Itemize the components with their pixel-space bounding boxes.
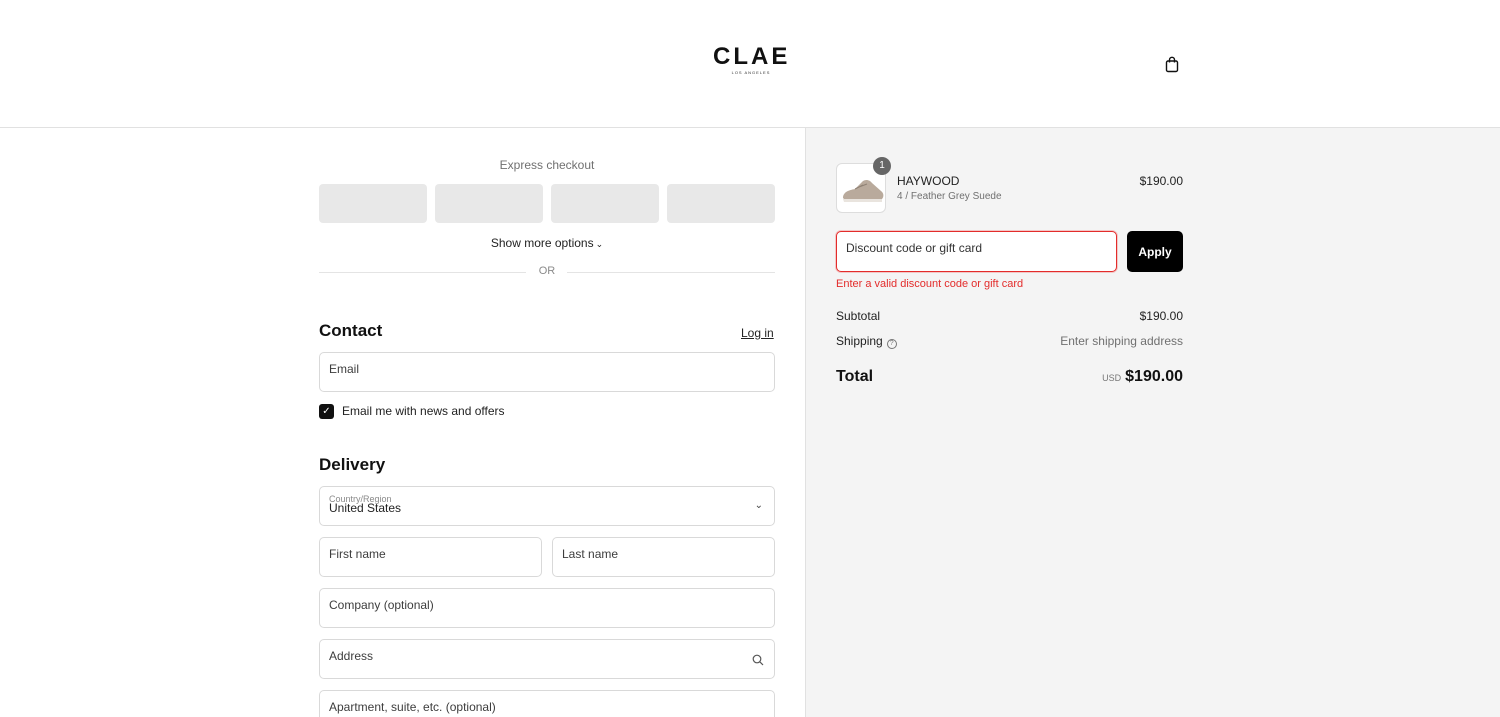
apartment-field[interactable]: Apartment, suite, etc. (optional) <box>319 690 775 717</box>
express-pay-button-4[interactable] <box>667 184 775 223</box>
shopping-bag-icon[interactable] <box>1164 55 1180 73</box>
search-icon <box>752 653 764 671</box>
chevron-down-icon: ⌄ <box>595 239 604 249</box>
delivery-title: Delivery <box>319 455 386 474</box>
last-name-field[interactable]: Last name <box>552 537 775 577</box>
quantity-badge: 1 <box>873 157 891 175</box>
company-placeholder: Company (optional) <box>329 598 434 612</box>
total-currency: USD <box>1102 373 1122 383</box>
last-name-placeholder: Last name <box>562 547 619 561</box>
product-variant: 4 / Feather Grey Suede <box>897 191 1002 202</box>
newsletter-label: Email me with news and offers <box>342 404 505 418</box>
subtotal-value: $190.00 <box>1139 309 1183 323</box>
express-pay-button-2[interactable] <box>435 184 543 223</box>
login-link[interactable]: Log in <box>741 326 774 340</box>
address-field[interactable]: Address <box>319 639 775 679</box>
company-field[interactable]: Company (optional) <box>319 588 775 628</box>
divider-left <box>319 272 526 273</box>
express-checkout-title: Express checkout <box>499 158 595 172</box>
address-placeholder: Address <box>329 649 374 663</box>
contact-title: Contact <box>319 321 383 340</box>
apartment-placeholder: Apartment, suite, etc. (optional) <box>329 700 496 714</box>
shipping-value: Enter shipping address <box>1060 334 1183 348</box>
email-placeholder: Email <box>329 362 360 376</box>
country-select[interactable]: Country/Region United States ⌄ <box>319 486 775 526</box>
total-label: Total <box>836 368 874 385</box>
newsletter-checkbox[interactable]: ✓ <box>319 404 334 419</box>
total-amount: $190.00 <box>1125 368 1183 385</box>
express-pay-button-3[interactable] <box>551 184 659 223</box>
shipping-label: Shipping <box>836 334 883 348</box>
country-value: United States <box>329 501 402 515</box>
product-price: $190.00 <box>1139 174 1183 188</box>
first-name-placeholder: First name <box>329 547 386 561</box>
express-pay-button-1[interactable] <box>319 184 427 223</box>
show-more-options-button[interactable]: Show more options ⌄ <box>319 236 775 250</box>
discount-error-message: Enter a valid discount code or gift card <box>836 278 1024 290</box>
brand-logo[interactable]: CLAE LOS ANGELES <box>713 43 791 76</box>
total-row-value: USD $190.00 <box>1006 368 1183 386</box>
discount-code-field[interactable]: Discount code or gift card <box>836 231 1117 272</box>
first-name-field[interactable]: First name <box>319 537 542 577</box>
order-summary: 1 HAYWOOD 4 / Feather Grey Suede $190.00… <box>805 128 1500 717</box>
show-more-label: Show more options <box>490 236 594 250</box>
subtotal-label: Subtotal <box>836 309 881 323</box>
divider-right <box>567 272 775 273</box>
product-name: HAYWOOD <box>897 174 960 188</box>
logo-text: CLAE <box>713 43 791 70</box>
help-icon[interactable]: ? <box>886 339 897 349</box>
or-divider-text: OR <box>538 265 556 277</box>
logo-subtext: LOS ANGELES <box>731 70 771 75</box>
checkout-form: Express checkout Show more options ⌄ OR C… <box>0 128 805 717</box>
shipping-row-label: Shipping? <box>836 334 897 349</box>
email-field[interactable]: Email <box>319 352 775 392</box>
apply-button[interactable]: Apply <box>1127 231 1183 272</box>
chevron-down-icon: ⌄ <box>754 500 763 511</box>
header: CLAE LOS ANGELES <box>0 0 1500 128</box>
discount-placeholder: Discount code or gift card <box>846 241 983 255</box>
